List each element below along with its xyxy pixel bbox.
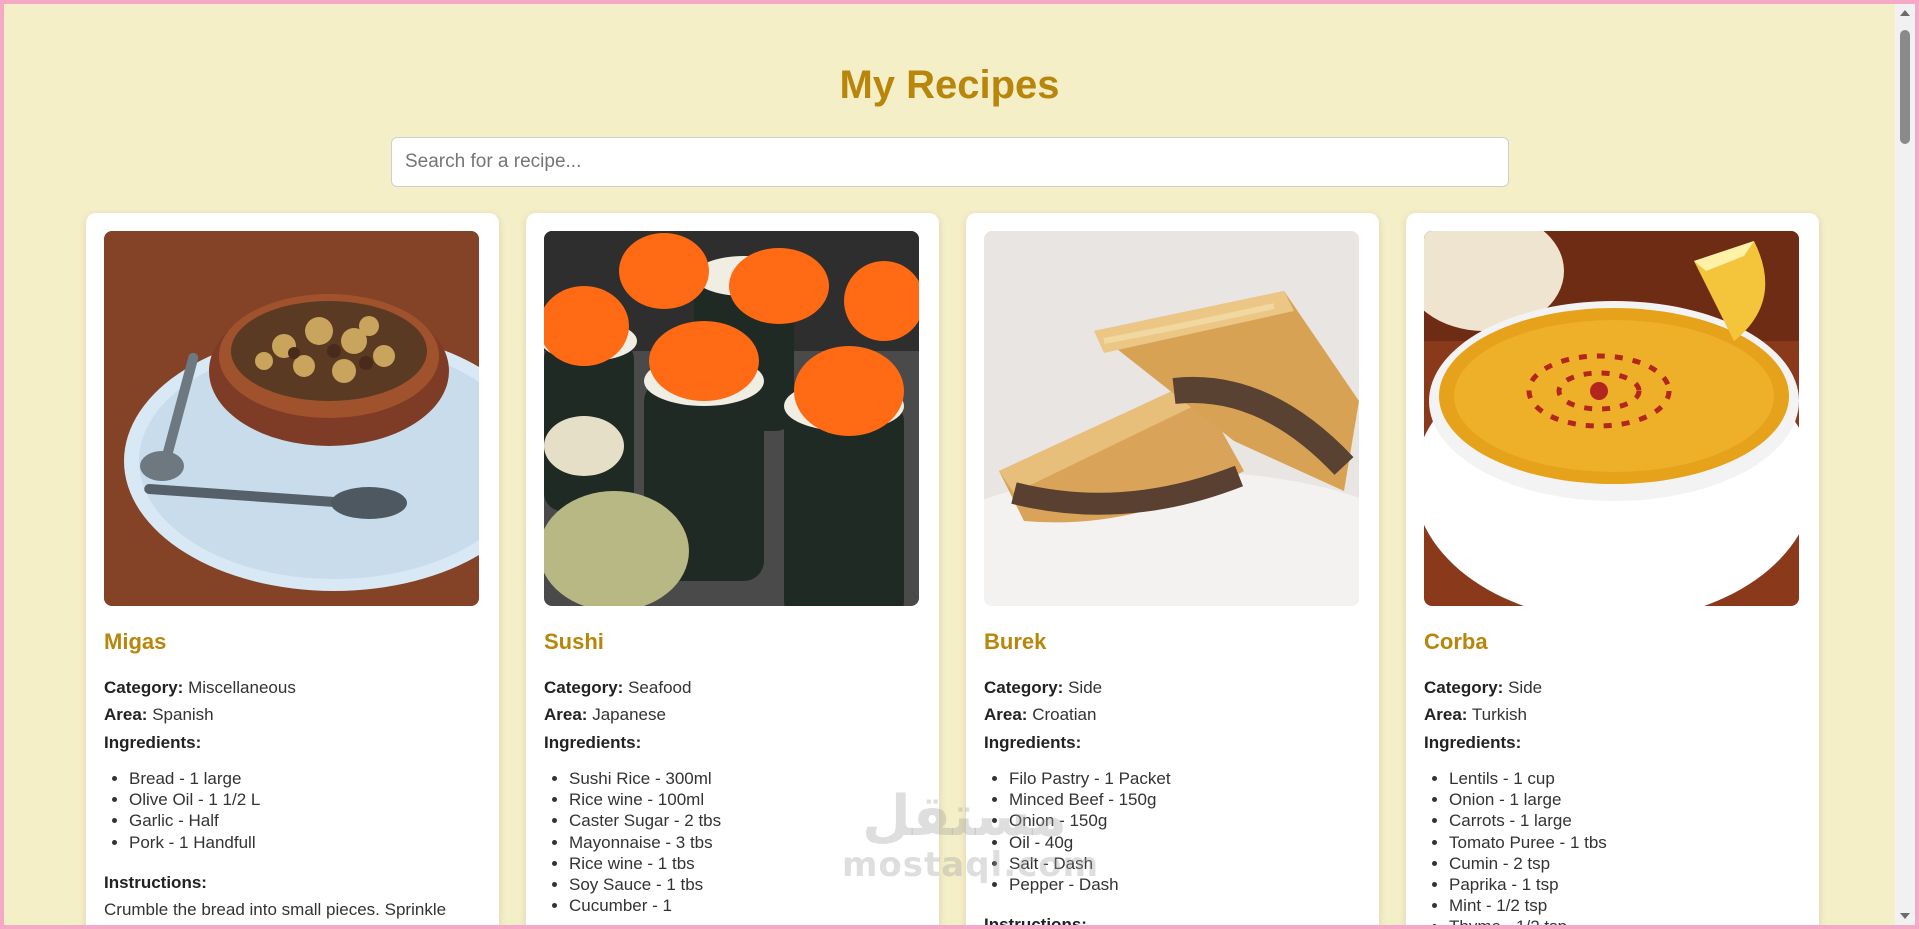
ingredient-item: Cumin - 2 tsp (1449, 853, 1607, 874)
ingredient-item: Thyme - 1/2 tsp (1449, 916, 1607, 925)
ingredient-item: Carrots - 1 large (1449, 810, 1607, 831)
recipe-card-burek[interactable]: Burek Category: Side Area: Croatian Ingr… (966, 213, 1379, 925)
ingredient-item: Cucumber - 1 (569, 895, 721, 916)
ingredients-label: Ingredients: (1424, 733, 1522, 752)
ingredient-item: Paprika - 1 tsp (1449, 874, 1607, 895)
recipe-image-migas[interactable] (104, 231, 479, 606)
recipe-image-corba[interactable] (1424, 231, 1799, 606)
recipe-image-burek[interactable] (984, 231, 1359, 606)
ingredient-item: Caster Sugar - 2 tbs (569, 810, 721, 831)
scroll-down-icon[interactable] (1900, 913, 1910, 919)
ingredient-item: Filo Pastry - 1 Packet (1009, 768, 1171, 789)
recipe-name: Corba (1424, 629, 1488, 654)
ingredient-item: Tomato Puree - 1 tbs (1449, 832, 1607, 853)
recipe-category: Category: Seafood (544, 678, 692, 697)
ingredient-item: Lentils - 1 cup (1449, 768, 1607, 789)
ingredient-item: Pepper - Dash (1009, 874, 1171, 895)
ingredient-item: Rice wine - 1 tbs (569, 853, 721, 874)
ingredient-item: Mint - 1/2 tsp (1449, 895, 1607, 916)
ingredient-item: Sushi Rice - 300ml (569, 768, 721, 789)
recipe-name: Sushi (544, 629, 604, 654)
recipe-area: Area: Japanese (544, 705, 666, 724)
ingredient-item: Mayonnaise - 3 tbs (569, 832, 721, 853)
recipe-category: Category: Side (1424, 678, 1543, 697)
page-viewport: My Recipes Search for a recipe... Migas … (4, 4, 1895, 925)
ingredient-item: Garlic - Half (129, 810, 260, 831)
ingredients-list: Filo Pastry - 1 Packet Minced Beef - 150… (984, 768, 1171, 895)
recipe-category: Category: Side (984, 678, 1103, 697)
recipe-card-corba[interactable]: Corba Category: Side Area: Turkish Ingre… (1406, 213, 1819, 925)
recipe-search-input[interactable] (391, 137, 1509, 187)
ingredient-item: Onion - 150g (1009, 810, 1171, 831)
recipe-area: Area: Spanish (104, 705, 214, 724)
vertical-scrollbar[interactable] (1895, 4, 1915, 925)
recipe-area: Area: Turkish (1424, 705, 1527, 724)
instructions-label: Instructions: (984, 915, 1087, 925)
ingredient-item: Bread - 1 large (129, 768, 260, 789)
scroll-up-icon[interactable] (1900, 10, 1910, 16)
ingredient-item: Onion - 1 large (1449, 789, 1607, 810)
scrollbar-thumb[interactable] (1900, 30, 1910, 144)
ingredient-item: Salt - Dash (1009, 853, 1171, 874)
ingredient-item: Olive Oil - 1 1/2 L (129, 789, 260, 810)
recipe-name: Burek (984, 629, 1047, 654)
ingredients-list: Lentils - 1 cup Onion - 1 large Carrots … (1424, 768, 1607, 925)
recipe-name: Migas (104, 629, 167, 654)
instructions-label: Instructions: (104, 873, 207, 892)
recipe-card-sushi[interactable]: Sushi Category: Seafood Area: Japanese I… (526, 213, 939, 925)
ingredient-item: Oil - 40g (1009, 832, 1171, 853)
ingredients-list: Sushi Rice - 300ml Rice wine - 100ml Cas… (544, 768, 721, 916)
ingredient-item: Minced Beef - 150g (1009, 789, 1171, 810)
recipe-area: Area: Croatian (984, 705, 1097, 724)
ingredients-label: Ingredients: (544, 733, 642, 752)
ingredients-list: Bread - 1 large Olive Oil - 1 1/2 L Garl… (104, 768, 260, 853)
ingredient-item: Pork - 1 Handfull (129, 832, 260, 853)
ingredient-item: Rice wine - 100ml (569, 789, 721, 810)
ingredients-label: Ingredients: (104, 733, 202, 752)
instructions-text: Crumble the bread into small pieces. Spr… (104, 900, 447, 925)
ingredient-item: Soy Sauce - 1 tbs (569, 874, 721, 895)
page-title: My Recipes (839, 63, 1060, 107)
recipe-image-sushi[interactable] (544, 231, 919, 606)
recipe-category: Category: Miscellaneous (104, 678, 296, 697)
recipe-card-migas[interactable]: Migas Category: Miscellaneous Area: Span… (86, 213, 499, 925)
ingredients-label: Ingredients: (984, 733, 1082, 752)
